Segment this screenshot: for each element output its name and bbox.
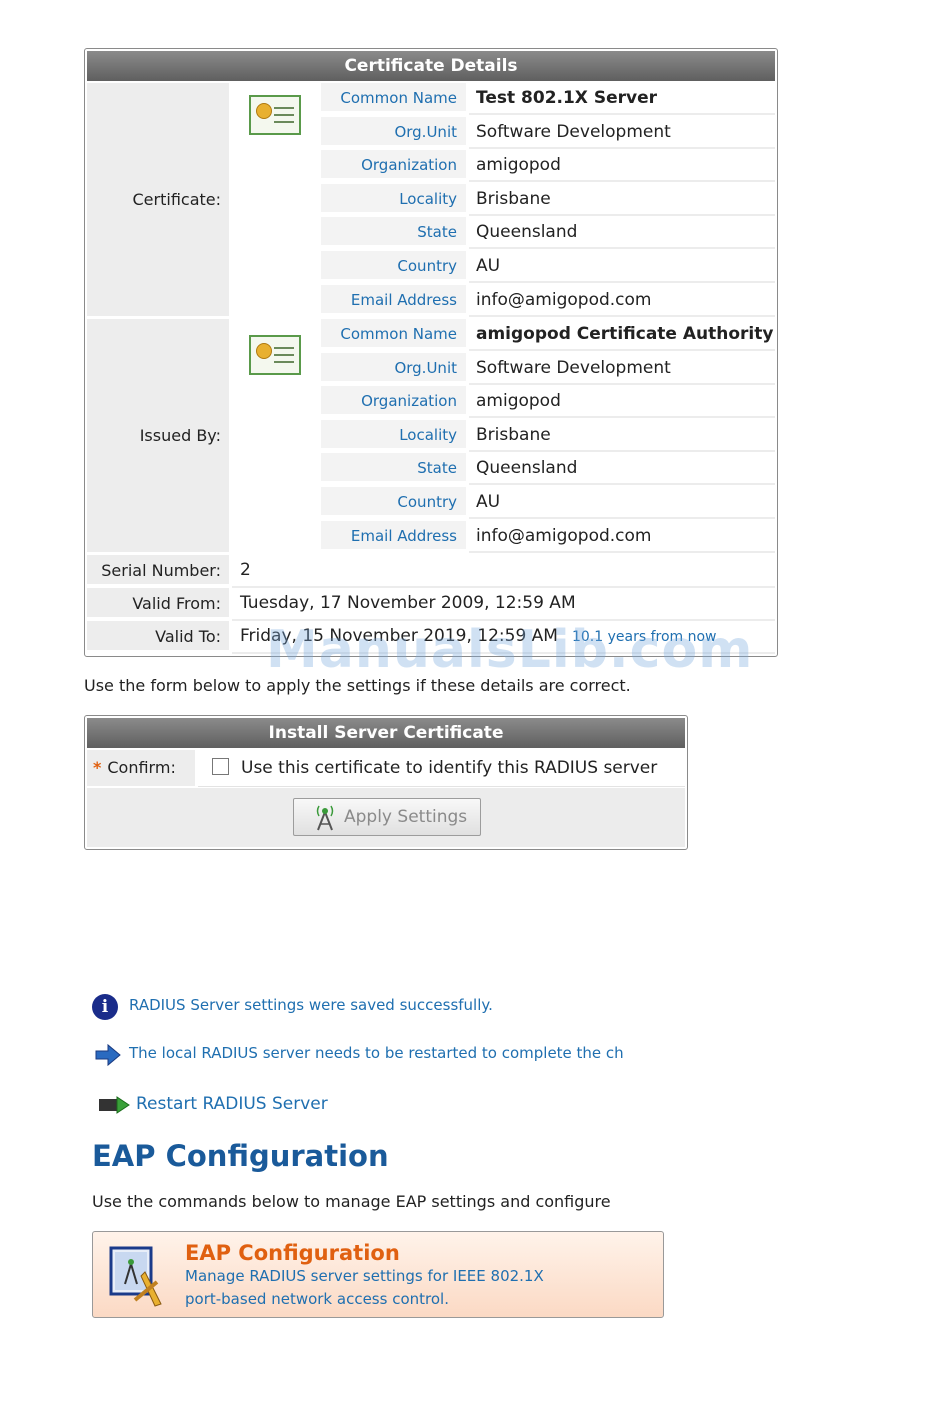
- eap-configuration-card[interactable]: EAP Configuration Manage RADIUS server s…: [92, 1231, 664, 1318]
- field-name: Country: [321, 251, 466, 281]
- field-name: Locality: [321, 183, 466, 214]
- field-name: State: [321, 217, 466, 248]
- confirm-label-text: Confirm:: [107, 758, 176, 777]
- field-row: Organization amigopod: [321, 386, 775, 419]
- field-row: Email Address info@amigopod.com: [321, 284, 775, 317]
- confirm-field: Use this certificate to identify this RA…: [198, 750, 685, 787]
- field-name: Organization: [321, 150, 466, 181]
- field-row: Locality Brisbane: [321, 419, 775, 452]
- confirm-row: * Confirm: Use this certificate to identi…: [87, 750, 685, 787]
- field-row: Locality Brisbane: [321, 183, 775, 216]
- field-value: amigopod: [469, 386, 775, 419]
- issued-by-label: Issued By:: [87, 319, 229, 552]
- field-value: Queensland: [469, 453, 775, 486]
- certificate-icon-cell: [232, 83, 318, 316]
- valid-from-row: Valid From: Tuesday, 17 November 2009, 1…: [87, 588, 775, 621]
- certificate-details-panel: Certificate Details Certificate: Common …: [84, 48, 778, 657]
- required-marker: *: [93, 758, 102, 777]
- field-name: Country: [321, 487, 466, 517]
- field-value: Software Development: [469, 352, 775, 385]
- intro-text: Use the form below to apply the settings…: [84, 676, 631, 695]
- field-value: amigopod Certificate Authority: [469, 319, 775, 351]
- valid-to-label: Valid To:: [87, 621, 229, 652]
- field-value: Software Development: [469, 116, 775, 149]
- field-value: info@amigopod.com: [469, 284, 775, 317]
- restart-icon: [99, 1096, 130, 1114]
- watermark: ManualsLib.com: [266, 620, 754, 680]
- install-panel-title: Install Server Certificate: [87, 718, 685, 748]
- field-value: AU: [469, 487, 775, 519]
- valid-from-label: Valid From:: [87, 588, 229, 619]
- field-name: State: [321, 453, 466, 484]
- apply-settings-label: Apply Settings: [344, 807, 468, 827]
- valid-from-value: Tuesday, 17 November 2009, 12:59 AM: [232, 588, 775, 621]
- issuer-certificate-icon: [249, 335, 301, 375]
- field-value: AU: [469, 251, 775, 283]
- serial-number-value: 2: [232, 555, 775, 588]
- eap-card-line-1: Manage RADIUS server settings for IEEE 8…: [185, 1267, 544, 1285]
- restart-needed-message: The local RADIUS server needs to be rest…: [129, 1044, 624, 1062]
- field-row: State Queensland: [321, 217, 775, 250]
- button-row: Apply Settings: [87, 788, 685, 847]
- field-row: Org.Unit Software Development: [321, 352, 775, 385]
- field-value: Queensland: [469, 217, 775, 250]
- field-name: Organization: [321, 386, 466, 417]
- radius-antenna-icon: [316, 805, 334, 831]
- field-row: Country AU: [321, 487, 775, 519]
- panel-title: Certificate Details: [87, 51, 775, 81]
- eap-configuration-heading: EAP Configuration: [92, 1139, 389, 1173]
- serial-number-label: Serial Number:: [87, 555, 229, 586]
- field-name: Locality: [321, 419, 466, 450]
- eap-configuration-icon: [109, 1246, 162, 1307]
- field-name: Email Address: [321, 520, 466, 551]
- field-name: Common Name: [321, 319, 466, 349]
- confirm-checkbox[interactable]: [212, 758, 229, 775]
- field-row: Org.Unit Software Development: [321, 116, 775, 149]
- install-certificate-panel: Install Server Certificate * Confirm: Use…: [84, 715, 688, 850]
- field-name: Org.Unit: [321, 352, 466, 383]
- field-row: Organization amigopod: [321, 150, 775, 183]
- field-value: Brisbane: [469, 419, 775, 452]
- field-value: Test 802.1X Server: [469, 83, 775, 115]
- field-name: Org.Unit: [321, 116, 466, 147]
- confirm-checkbox-label[interactable]: Use this certificate to identify this RA…: [241, 758, 657, 778]
- field-row: Common Name Test 802.1X Server: [321, 83, 775, 115]
- field-row: Common Name amigopod Certificate Authorit…: [321, 319, 775, 351]
- field-name: Common Name: [321, 83, 466, 113]
- certificate-label: Certificate:: [87, 83, 229, 316]
- eap-card-title: EAP Configuration: [185, 1241, 400, 1265]
- saved-message: RADIUS Server settings were saved succes…: [129, 996, 493, 1014]
- serial-number-row: Serial Number: 2: [87, 555, 775, 588]
- field-row: Country AU: [321, 251, 775, 283]
- certificate-label-text: Certificate:: [132, 190, 222, 209]
- field-value: amigopod: [469, 150, 775, 183]
- field-row: State Queensland: [321, 453, 775, 486]
- field-name: Email Address: [321, 284, 466, 315]
- info-icon: i: [92, 994, 118, 1020]
- field-row: Email Address info@amigopod.com: [321, 520, 775, 553]
- issuer-icon-cell: [232, 319, 318, 552]
- arrow-right-icon: [95, 1043, 121, 1067]
- eap-description: Use the commands below to manage EAP set…: [92, 1192, 611, 1211]
- field-value: Brisbane: [469, 183, 775, 216]
- certificate-icon: [249, 95, 301, 135]
- apply-settings-button[interactable]: Apply Settings: [293, 798, 481, 836]
- confirm-label: * Confirm:: [87, 750, 195, 786]
- field-value: info@amigopod.com: [469, 520, 775, 553]
- restart-radius-server-link[interactable]: Restart RADIUS Server: [136, 1094, 328, 1114]
- issued-by-label-text: Issued By:: [139, 426, 221, 445]
- eap-card-line-2: port-based network access control.: [185, 1290, 449, 1308]
